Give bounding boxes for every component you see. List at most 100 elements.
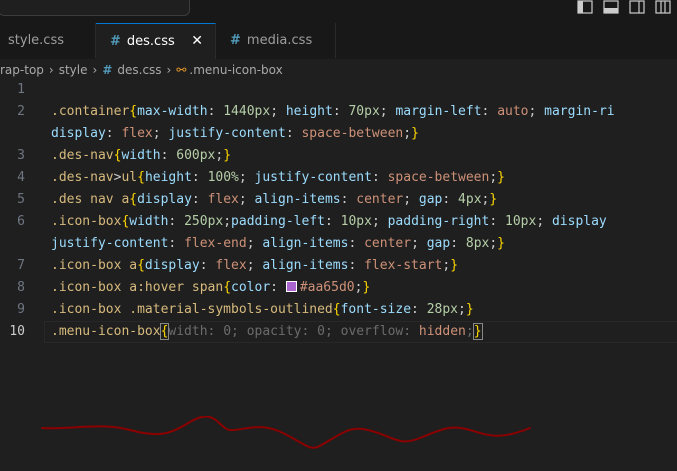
code-line[interactable]: .container{max-width: 1440px; height: 70… bbox=[51, 101, 615, 123]
code-token: display bbox=[144, 258, 200, 273]
code-token: 28 bbox=[426, 302, 443, 317]
code-token: .icon-box a bbox=[51, 258, 138, 273]
tab-label: des.css bbox=[126, 34, 175, 49]
line-number: 10 bbox=[9, 324, 25, 339]
breadcrumb: rap-top › style › # des.css › ⚯ .menu-ic… bbox=[0, 59, 677, 81]
css-file-icon: # bbox=[102, 63, 113, 77]
code-token: hidden bbox=[418, 324, 466, 339]
code-token: overflow bbox=[340, 324, 404, 339]
code-token: 600 bbox=[176, 148, 200, 163]
code-token: space-between bbox=[301, 126, 404, 141]
code-token: : bbox=[168, 214, 185, 229]
code-token: px bbox=[364, 104, 380, 119]
code-token: ; bbox=[238, 192, 255, 207]
tab-media-css[interactable]: # media.css bbox=[216, 23, 336, 58]
code-editor[interactable]: 1 2 3 4 5 6 7 8 9 10 .container{max-width: 1440px… bbox=[0, 81, 677, 471]
code-token: px bbox=[520, 214, 537, 229]
title-bar bbox=[0, 0, 677, 23]
code-line[interactable]: .icon-box .material-symbols-outlined{fon… bbox=[51, 299, 474, 321]
code-line[interactable]: .icon-box{width: 250px;padding-left: 10p… bbox=[51, 211, 607, 233]
code-token: } bbox=[489, 192, 498, 207]
code-token: px bbox=[254, 104, 271, 119]
code-line[interactable]: .des nav a{display: flex; align-items: c… bbox=[51, 189, 497, 211]
tab-des-css[interactable]: # des.css ✕ bbox=[96, 23, 216, 59]
code-line[interactable]: display: flex; justify-content: space-be… bbox=[51, 123, 419, 145]
code-token: .icon-box a:hover span bbox=[51, 280, 224, 295]
code-token: : bbox=[371, 170, 388, 185]
code-token: width bbox=[168, 324, 208, 339]
toggle-primary-sidebar-icon[interactable] bbox=[577, 0, 593, 14]
code-token: align-items bbox=[254, 192, 341, 207]
code-line[interactable]: justify-content: flex-end; align-items: … bbox=[51, 233, 505, 255]
code-token: : bbox=[168, 236, 185, 251]
code-line[interactable]: .icon-box a:hover span{color: #aa65d0;} bbox=[51, 277, 370, 299]
chevron-right-icon: › bbox=[48, 63, 54, 77]
code-token: : bbox=[301, 324, 318, 339]
code-token: : bbox=[270, 280, 286, 295]
line-number: 4 bbox=[17, 170, 25, 185]
line-number: 3 bbox=[17, 148, 25, 163]
code-token: justify-content bbox=[168, 126, 286, 141]
code-token: px bbox=[442, 302, 459, 317]
code-line[interactable]: .icon-box a{display: flex; align-items: … bbox=[51, 255, 458, 277]
code-token: px bbox=[356, 214, 372, 229]
code-token: opacity bbox=[246, 324, 302, 339]
code-token: align-items bbox=[262, 236, 349, 251]
code-token: #aa65d0 bbox=[299, 280, 355, 295]
code-token: ; bbox=[379, 104, 396, 119]
code-token: ul bbox=[121, 170, 138, 185]
code-token: ; bbox=[403, 192, 419, 207]
breadcrumb-item[interactable]: .menu-icon-box bbox=[189, 63, 282, 77]
color-swatch[interactable] bbox=[285, 281, 297, 292]
layout-controls bbox=[577, 0, 677, 16]
code-token: ; bbox=[231, 324, 247, 339]
code-token: px bbox=[199, 148, 216, 163]
tab-label: style.css bbox=[8, 33, 64, 48]
code-token: 250 bbox=[184, 214, 208, 229]
code-token: 1440 bbox=[223, 104, 255, 119]
code-token: } bbox=[362, 280, 371, 295]
tab-style-css[interactable]: style.css bbox=[0, 23, 96, 58]
code-token: } bbox=[411, 126, 419, 141]
code-token: display bbox=[551, 214, 607, 229]
code-token: 100 bbox=[207, 170, 232, 185]
command-center-search[interactable] bbox=[0, 0, 190, 16]
code-token: : bbox=[191, 192, 208, 207]
code-token: px bbox=[207, 214, 224, 229]
code-token: 10 bbox=[340, 214, 357, 229]
code-token: px bbox=[465, 192, 482, 207]
code-token: margin-ri bbox=[544, 104, 615, 119]
breadcrumb-item[interactable]: style bbox=[59, 63, 88, 77]
code-token: { bbox=[129, 192, 138, 207]
chevron-right-icon: › bbox=[166, 63, 172, 77]
line-number: 5 bbox=[17, 192, 25, 207]
close-icon[interactable]: ✕ bbox=[191, 33, 203, 49]
code-token: ; bbox=[458, 302, 466, 317]
toggle-panel-icon[interactable] bbox=[603, 0, 619, 14]
code-token: .des nav a bbox=[51, 192, 130, 207]
code-token: ; bbox=[489, 236, 498, 251]
code-token: { bbox=[332, 302, 341, 317]
code-token: .icon-box bbox=[51, 214, 122, 229]
breadcrumb-item[interactable]: des.css bbox=[117, 63, 161, 77]
breadcrumb-item[interactable]: rap-top bbox=[0, 63, 44, 77]
code-token: ; bbox=[411, 236, 427, 251]
code-token: ; bbox=[152, 126, 169, 141]
code-token: } bbox=[472, 323, 483, 340]
customize-layout-icon[interactable] bbox=[655, 0, 671, 14]
css-file-icon: # bbox=[110, 34, 121, 49]
code-line[interactable]: .menu-icon-box{width: 0; opacity: 0; ove… bbox=[51, 321, 483, 343]
code-token: : bbox=[340, 192, 357, 207]
symbol-class-icon: ⚯ bbox=[176, 63, 187, 77]
toggle-secondary-sidebar-icon[interactable] bbox=[629, 0, 645, 14]
code-token: : bbox=[199, 258, 216, 273]
code-line[interactable]: .des-nav>ul{height: 100%; justify-conten… bbox=[51, 167, 505, 189]
code-token: color bbox=[231, 280, 271, 295]
code-token: 8 bbox=[465, 236, 474, 251]
code-token: ; bbox=[403, 126, 412, 141]
code-token: flex-end bbox=[184, 236, 247, 251]
code-token: { bbox=[223, 280, 232, 295]
code-token: : bbox=[191, 170, 208, 185]
code-line[interactable]: .des-nav{width: 600px;} bbox=[51, 145, 231, 167]
code-token: justify-content bbox=[51, 236, 169, 251]
